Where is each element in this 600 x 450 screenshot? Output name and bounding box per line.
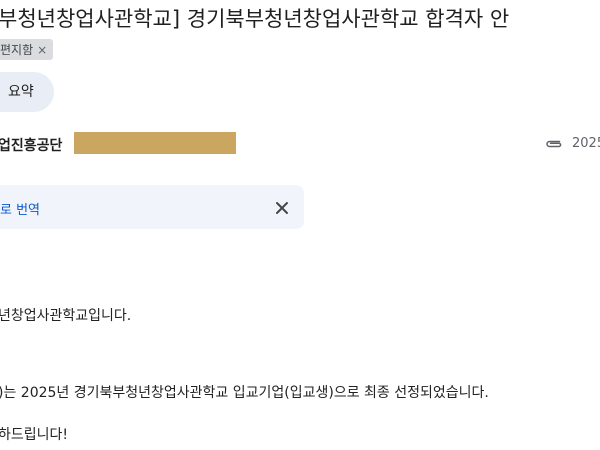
body-line-greeting: 년창업사관학교입니다. [0,308,132,324]
summary-button[interactable]: 요약 [0,72,54,112]
label-chip-text: 편지함 [0,43,34,57]
label-chip-inbox[interactable]: 편지함 × [0,39,54,60]
translate-bar [0,185,304,229]
close-icon[interactable] [272,198,292,218]
email-subject: 부청년창업사관학교] 경기북부청년창업사관학교 합격자 안 [0,7,510,31]
body-line-announcement: )는 2025년 경기북부청년창업사관학교 입교기업(입교생)으로 최종 선정되… [0,385,489,401]
paperclip-icon [546,140,562,148]
body-line-congrats: 하드립니다! [0,427,69,443]
sender-name[interactable]: 업진흥공단 [0,135,62,155]
redacted-sender-email [74,132,236,154]
translate-link[interactable]: 로 번역 [0,199,40,218]
email-date: 2025 [572,136,600,151]
remove-label-icon[interactable]: × [37,43,47,57]
